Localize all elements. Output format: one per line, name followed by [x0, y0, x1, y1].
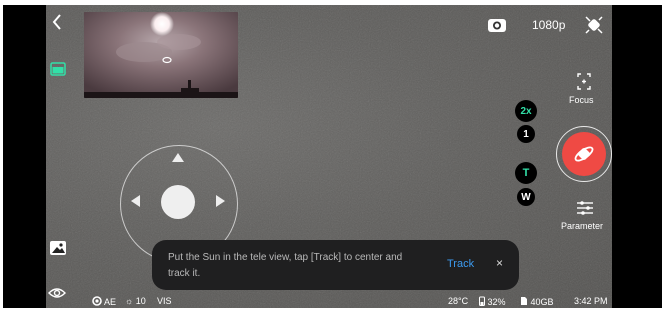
wide-lens-button[interactable]: W [517, 188, 535, 206]
hint-toast: Put the Sun in the tele view, tap [Track… [152, 240, 519, 290]
joystick-knob[interactable] [161, 185, 195, 219]
battery-icon [479, 296, 485, 306]
arrow-left-icon[interactable] [131, 195, 140, 207]
focus-label: Focus [569, 95, 594, 105]
gallery-icon[interactable] [49, 240, 67, 256]
layout-icon[interactable] [50, 62, 66, 76]
satellite-icon[interactable] [584, 15, 604, 35]
sliders-icon[interactable] [576, 200, 594, 216]
brightness-value: 10 [135, 296, 146, 306]
eye-icon[interactable] [48, 286, 66, 298]
parameter-label: Parameter [561, 221, 604, 231]
zoom-1x-button[interactable]: 1 [517, 125, 535, 143]
focus-button[interactable] [564, 72, 604, 112]
toast-message: Put the Sun in the tele view, tap [Track… [168, 252, 403, 279]
arrow-up-icon[interactable] [172, 153, 184, 162]
app-frame: 1080p Focus 2x 1 T W Parameter Put the S… [0, 0, 667, 311]
toast-close-button[interactable]: × [496, 256, 503, 270]
brightness-status: ☼ 10 [125, 296, 146, 306]
tele-preview-image [84, 12, 238, 98]
temperature: 28°C [448, 296, 469, 306]
tele-lens-button[interactable]: T [515, 162, 537, 184]
arrow-right-icon[interactable] [216, 195, 225, 207]
focus-icon [577, 73, 591, 90]
chevron-left-icon [52, 14, 61, 30]
vis-label: VIS [157, 296, 172, 306]
battery-value: 32% [487, 297, 506, 307]
aperture-icon [92, 296, 102, 306]
storage-status: 40GB [520, 296, 554, 307]
sd-card-icon [521, 297, 527, 305]
camera-icon[interactable] [487, 17, 507, 33]
ae-label: AE [104, 297, 117, 307]
shutter-button[interactable] [562, 132, 606, 176]
clock: 3:42 PM [574, 296, 608, 306]
back-button[interactable] [50, 12, 64, 32]
right-black-bar [612, 5, 662, 308]
zoom-2x-button[interactable]: 2x [515, 100, 537, 122]
bulb-icon: ☼ [125, 296, 134, 306]
tele-preview[interactable] [84, 12, 238, 98]
resolution-label[interactable]: 1080p [532, 18, 565, 32]
satellite-icon [574, 146, 594, 162]
storage-value: 40GB [530, 297, 554, 307]
battery-status: 32% [479, 296, 506, 307]
ae-status: AE [92, 296, 116, 307]
left-black-bar [3, 5, 46, 308]
track-button[interactable]: Track [447, 258, 474, 270]
